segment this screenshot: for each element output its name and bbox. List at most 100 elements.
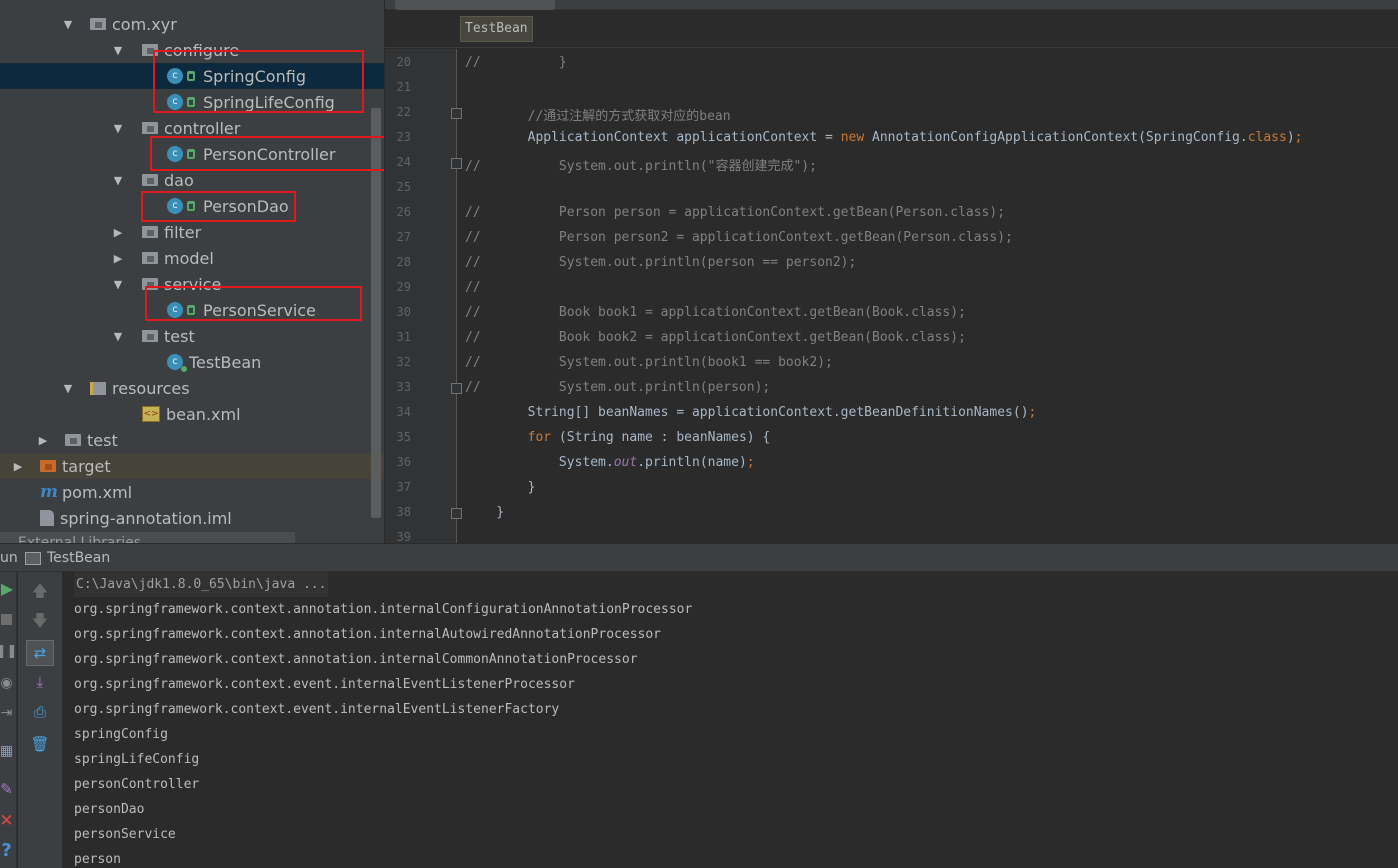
pin-icon[interactable]: ✎ bbox=[0, 780, 13, 798]
line-number: 23 bbox=[396, 130, 411, 144]
code-line: for (String name : beanNames) { bbox=[527, 430, 771, 445]
line-number: 34 bbox=[396, 405, 411, 419]
line-number: 24 bbox=[396, 155, 411, 169]
folder-icon bbox=[142, 252, 158, 264]
help-icon[interactable]: ? bbox=[0, 842, 13, 860]
dump-icon[interactable]: ◉ bbox=[0, 674, 13, 692]
collapsed-arrow-icon[interactable]: ▶ bbox=[111, 226, 125, 239]
highlight-box-dao bbox=[141, 191, 296, 222]
console-line: person bbox=[74, 852, 121, 867]
tree-item[interactable]: ▶ target bbox=[0, 453, 384, 479]
tree-item-external-libraries[interactable]: External Libraries bbox=[0, 532, 295, 543]
folder-icon bbox=[90, 18, 106, 30]
code-editor[interactable]: TestBean 20 21 22 23 24 25 26 27 28 29 30 31 32 33 34 3… bbox=[385, 0, 1398, 543]
line-number: 25 bbox=[396, 180, 411, 194]
tree-item[interactable]: m pom.xml bbox=[0, 479, 384, 505]
trash-icon[interactable]: 🗑 bbox=[30, 734, 50, 754]
highlight-box-controller bbox=[150, 136, 384, 171]
line-number: 29 bbox=[396, 280, 411, 294]
code-line: } bbox=[465, 480, 536, 495]
breadcrumb-class[interactable]: TestBean bbox=[460, 16, 533, 42]
expanded-arrow-icon[interactable]: ▼ bbox=[111, 174, 125, 187]
run-tab-testbean[interactable]: TestBean bbox=[47, 550, 110, 566]
line-number: 38 bbox=[396, 505, 411, 519]
close-icon[interactable]: ✕ bbox=[0, 812, 14, 830]
tree-item-label: target bbox=[62, 456, 111, 476]
highlight-box-service bbox=[145, 286, 362, 321]
folder-icon bbox=[142, 122, 158, 134]
tree-item-label: com.xyr bbox=[112, 14, 177, 34]
collapsed-arrow-icon[interactable]: ▶ bbox=[111, 252, 125, 265]
expanded-arrow-icon[interactable]: ▼ bbox=[111, 44, 125, 57]
console-line: org.springframework.context.event.intern… bbox=[74, 702, 560, 717]
fold-marker-icon[interactable] bbox=[451, 158, 462, 169]
expanded-arrow-icon[interactable]: ▼ bbox=[111, 122, 125, 135]
tree-item-label: bean.xml bbox=[166, 404, 241, 424]
collapsed-arrow-icon[interactable]: ▶ bbox=[11, 460, 25, 473]
expanded-arrow-icon[interactable]: ▼ bbox=[61, 18, 75, 31]
console-line: org.springframework.context.annotation.i… bbox=[74, 652, 638, 667]
tree-item[interactable]: ▼ com.xyr bbox=[0, 11, 384, 37]
tree-item-label: test bbox=[87, 430, 118, 450]
tree-item[interactable]: ▼ resources bbox=[0, 375, 384, 401]
pause-icon[interactable]: ❚❚ bbox=[0, 642, 17, 660]
layout-icon[interactable]: ▦ bbox=[0, 742, 13, 760]
code-line: // System.out.println(person); bbox=[465, 380, 771, 395]
tree-item-label: test bbox=[164, 326, 195, 346]
soft-wrap-icon[interactable]: ⇄ bbox=[26, 640, 54, 666]
tree-item-label: model bbox=[164, 248, 214, 268]
tree-item[interactable]: ▶ filter bbox=[0, 219, 384, 245]
console-line: personService bbox=[74, 827, 176, 842]
run-icon[interactable]: ▶ bbox=[0, 580, 14, 598]
expanded-arrow-icon[interactable]: ▼ bbox=[61, 382, 75, 395]
expanded-arrow-icon[interactable]: ▼ bbox=[111, 330, 125, 343]
xml-file-icon: <> bbox=[142, 406, 160, 422]
resources-folder-icon bbox=[90, 381, 106, 395]
breadcrumb: TestBean bbox=[385, 10, 1398, 48]
print-icon[interactable]: ⎙ bbox=[30, 702, 50, 722]
tree-item-label: spring-annotation.iml bbox=[60, 508, 232, 528]
collapsed-arrow-icon[interactable]: ▶ bbox=[36, 434, 50, 447]
line-number: 36 bbox=[396, 455, 411, 469]
tree-item[interactable]: ▶ test bbox=[0, 427, 384, 453]
editor-tab[interactable] bbox=[395, 0, 555, 10]
console-output[interactable]: C:\Java\jdk1.8.0_65\bin\java ... org.spri… bbox=[62, 572, 1398, 868]
expanded-arrow-icon[interactable]: ▼ bbox=[111, 278, 125, 291]
tree-item-label: controller bbox=[164, 118, 241, 138]
exit-icon[interactable]: ⇥ bbox=[0, 704, 13, 722]
line-number: 31 bbox=[396, 330, 411, 344]
console-command-line[interactable]: C:\Java\jdk1.8.0_65\bin\java ... bbox=[74, 572, 329, 597]
line-number-gutter: 20 21 22 23 24 25 26 27 28 29 30 31 32 33 34 35 36 37 38 39 bbox=[385, 49, 462, 543]
fold-marker-icon[interactable] bbox=[451, 508, 462, 519]
scroll-to-end-icon[interactable]: ⤓ bbox=[30, 672, 50, 692]
tree-item[interactable]: <> bean.xml bbox=[0, 401, 384, 427]
stop-icon[interactable] bbox=[0, 610, 13, 628]
tree-item[interactable]: ▶ model bbox=[0, 245, 384, 271]
tree-item-label: pom.xml bbox=[62, 482, 133, 502]
up-arrow-icon[interactable]: 🡅 bbox=[30, 582, 50, 600]
line-number: 35 bbox=[396, 430, 411, 444]
editor-tab-strip bbox=[385, 0, 1398, 10]
tree-item[interactable]: spring-annotation.iml bbox=[0, 505, 384, 531]
console-line: org.springframework.context.event.intern… bbox=[74, 677, 575, 692]
code-line: // System.out.println(book1 == book2); bbox=[465, 355, 833, 370]
run-toolbar-right: 🡅 🡇 ⇄ ⤓ ⎙ 🗑 bbox=[18, 572, 62, 868]
run-toolbar-left: ▶ ❚❚ ◉ ⇥ ▦ ✎ ✕ ? bbox=[0, 572, 17, 868]
down-arrow-icon[interactable]: 🡇 bbox=[30, 612, 50, 630]
tree-item[interactable]: ▼ test bbox=[0, 323, 384, 349]
folder-icon bbox=[142, 174, 158, 186]
line-number: 21 bbox=[396, 80, 411, 94]
fold-marker-icon[interactable] bbox=[451, 383, 462, 394]
code-line: // System.out.println(person == person2)… bbox=[465, 255, 857, 270]
tree-item[interactable]: c TestBean bbox=[0, 349, 384, 375]
fold-marker-icon[interactable] bbox=[451, 108, 462, 119]
line-number: 39 bbox=[396, 530, 411, 543]
line-number: 26 bbox=[396, 205, 411, 219]
code-line: System.out.println(name); bbox=[465, 455, 755, 470]
tree-item-label: TestBean bbox=[189, 352, 262, 372]
tree-item-label: filter bbox=[164, 222, 202, 242]
code-line: // System.out.println("容器创建完成"); bbox=[465, 159, 817, 174]
console-line: personController bbox=[74, 777, 200, 792]
code-line: // Person person2 = applicationContext.g… bbox=[465, 230, 1013, 245]
folder-icon bbox=[142, 226, 158, 238]
